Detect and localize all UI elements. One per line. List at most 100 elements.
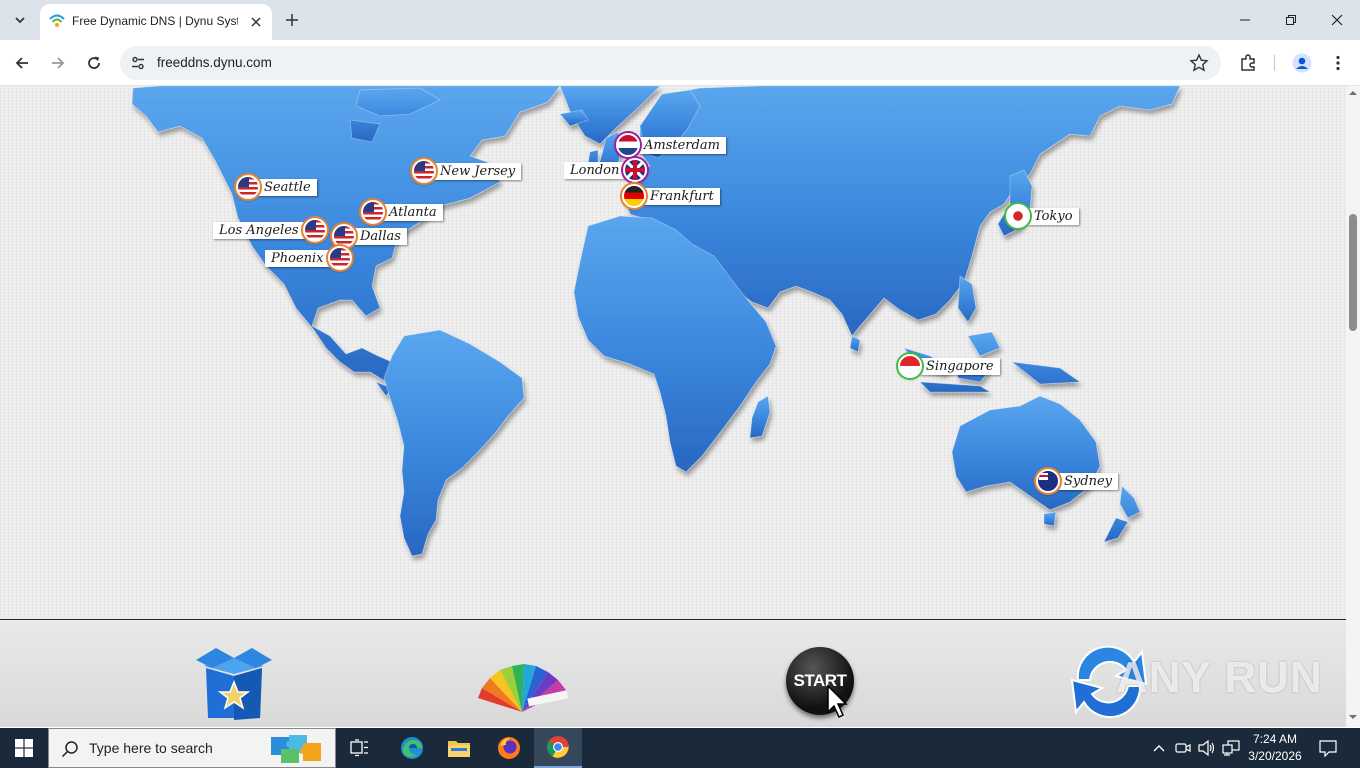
show-hidden-icons-button[interactable] [1150,728,1168,768]
search-icon [61,741,78,758]
chevron-up-icon [1153,745,1165,752]
marker-frankfurt[interactable]: Frankfurt [622,184,720,208]
url-text[interactable]: freeddns.dynu.com [157,55,272,70]
back-button[interactable] [8,49,36,77]
page-content: Seattle New Jersey Atlanta Los Angeles D… [0,86,1346,727]
clock-time: 7:24 AM [1252,732,1298,746]
anyrun-watermark: ANY RUN [1116,653,1323,702]
notifications-button[interactable] [1314,728,1342,768]
location-label: Amsterdam [638,136,726,154]
marker-london[interactable]: London [564,158,648,182]
location-label: London [564,161,626,179]
camera-icon [1175,743,1191,753]
notification-icon [1319,740,1337,757]
close-icon [1331,14,1343,26]
tune-icon [132,56,144,70]
minimize-button[interactable] [1222,0,1268,40]
marker-seattle[interactable]: Seattle [236,175,317,199]
page-scrollbar[interactable] [1346,86,1360,727]
location-label: Frankfurt [644,187,720,205]
windows-start-button[interactable] [0,728,48,768]
firefox-icon [498,737,520,759]
tray-volume[interactable] [1196,728,1218,768]
search-placeholder: Type here to search [89,740,213,756]
windows-logo-icon [15,739,33,757]
puzzle-icon [1241,54,1255,71]
marker-tokyo[interactable]: Tokyo [1006,204,1079,228]
reload-icon [88,56,100,69]
tasmania-shape [1043,511,1057,527]
toolbar-divider [1274,55,1275,71]
task-view-icon [350,739,368,757]
marker-sydney[interactable]: Sydney [1036,469,1118,493]
scroll-down-icon[interactable] [1349,713,1357,721]
location-label: Tokyo [1028,207,1079,225]
gift-box-star-icon[interactable] [194,646,274,722]
tab-close-button[interactable] [246,12,266,32]
australia-flag-icon [1036,469,1060,493]
scroll-up-icon[interactable] [1349,89,1357,97]
netherlands-flag-icon [616,133,640,157]
location-label: Phoenix [265,249,330,267]
tab-strip: Free Dynamic DNS | Dynu Syste [0,0,1360,40]
japan-flag-icon [1006,204,1030,228]
scroll-thumb[interactable] [1349,214,1357,331]
marker-new-jersey[interactable]: New Jersey [412,159,522,183]
world-map [131,86,1181,557]
forward-button[interactable] [44,49,72,77]
taskbar-clock[interactable]: 7:24 AM 3/20/2026 [1244,731,1306,765]
marker-singapore[interactable]: Singapore [898,354,1000,378]
new-tab-button[interactable] [280,8,304,32]
location-label: Atlanta [383,203,443,221]
taskbar-firefox[interactable] [485,728,533,768]
minimize-icon [1240,19,1250,21]
restore-button[interactable] [1268,0,1314,40]
madagascar-shape [749,395,771,439]
site-info-button[interactable] [128,53,148,73]
clock-date: 3/20/2026 [1248,749,1302,763]
mouse-cursor-icon [827,684,848,719]
us-flag-icon [327,246,352,270]
folder-icon [448,741,470,757]
tray-meet-now[interactable] [1173,728,1193,768]
reload-button[interactable] [80,49,108,77]
taskbar-file-explorer[interactable] [435,728,483,768]
marker-amsterdam[interactable]: Amsterdam [616,133,726,157]
uk-flag-icon [623,158,648,182]
tab-title: Free Dynamic DNS | Dynu Syste [72,14,238,28]
dynu-favicon-icon [49,14,65,27]
taskbar-chrome[interactable] [534,728,582,768]
close-icon [251,17,261,27]
marker-dallas[interactable]: Dallas [332,224,407,248]
color-palette-fan-icon[interactable] [478,650,572,716]
marker-atlanta[interactable]: Atlanta [361,200,443,224]
avatar-icon [1292,53,1312,73]
search-highlight-puzzle-icon [271,735,321,763]
location-label: New Jersey [434,162,522,180]
chrome-icon [547,736,569,758]
tray-network[interactable] [1220,728,1242,768]
us-flag-icon [332,224,356,248]
bookmark-star-icon[interactable] [1189,53,1209,73]
close-window-button[interactable] [1314,0,1360,40]
restore-icon [1286,15,1296,25]
extensions-button[interactable] [1234,49,1262,77]
marker-los-angeles[interactable]: Los Angeles [213,218,327,242]
taskbar-edge[interactable] [388,728,436,768]
tab-search-button[interactable] [8,8,32,32]
us-flag-icon [236,175,260,199]
menu-button[interactable] [1324,49,1352,77]
marker-phoenix[interactable]: Phoenix [265,246,352,270]
speaker-icon [1198,740,1215,756]
location-label: Seattle [258,178,317,196]
address-bar[interactable]: freeddns.dynu.com [120,46,1221,80]
browser-tab[interactable]: Free Dynamic DNS | Dynu Syste [40,4,272,40]
arrow-right-icon [52,57,65,69]
task-view-button[interactable] [336,728,384,768]
arrow-left-icon [15,57,28,69]
profile-button[interactable] [1288,49,1316,77]
south-america-shape [383,329,525,557]
browser-toolbar: freeddns.dynu.com [0,40,1360,86]
taskbar-search-box[interactable]: Type here to search [48,728,336,768]
new-zealand-shape [1103,485,1141,543]
